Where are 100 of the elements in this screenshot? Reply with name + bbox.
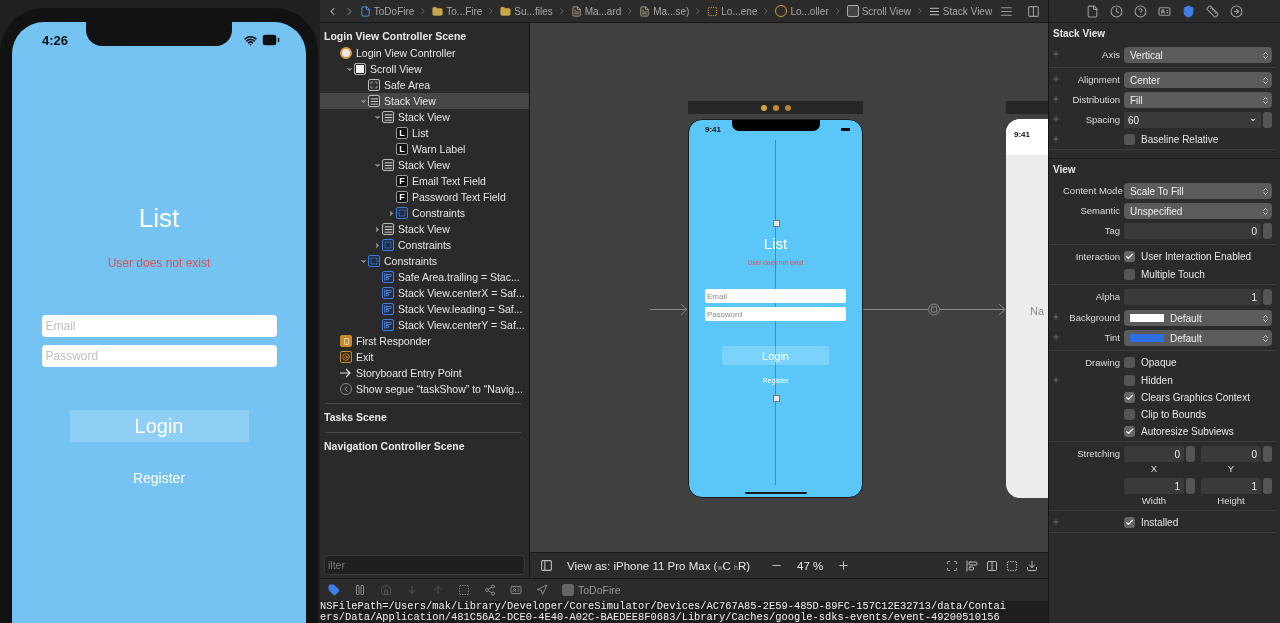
outline-item[interactable]: Stack View: [320, 109, 529, 125]
filter-field[interactable]: ilter: [324, 555, 525, 575]
number-field[interactable]: 0: [1201, 446, 1261, 462]
zoom-level: 47 %: [797, 559, 824, 572]
add-icon[interactable]: [1052, 75, 1060, 83]
popup-button[interactable]: Unspecified: [1124, 203, 1272, 219]
outline-item[interactable]: Stack View.centerY = Saf...: [320, 317, 529, 333]
sidebar-icon[interactable]: [540, 559, 553, 572]
popup-button[interactable]: Center: [1124, 72, 1272, 88]
align-icon[interactable]: [966, 559, 978, 572]
breadcrumb-item[interactable]: To...Fire: [432, 5, 483, 17]
field-caption: X: [1149, 462, 1159, 476]
popup-button[interactable]: Fill: [1124, 92, 1272, 108]
outline-item[interactable]: L List: [320, 125, 529, 141]
checkbox[interactable]: [1124, 357, 1135, 368]
email-field[interactable]: Email: [41, 315, 277, 337]
pause-icon[interactable]: [354, 584, 366, 596]
breadcrumb-item[interactable]: Ma...se): [639, 5, 690, 17]
outline-item[interactable]: Constraints: [320, 253, 529, 269]
add-icon[interactable]: [1052, 518, 1060, 526]
file-inspector-tab[interactable]: [1086, 4, 1099, 18]
location-icon[interactable]: [536, 584, 548, 596]
square-icon: [846, 5, 859, 17]
outline-item[interactable]: Safe Area: [320, 77, 529, 93]
checkbox[interactable]: [1124, 517, 1135, 528]
email-field[interactable]: Email: [705, 289, 846, 303]
number-field[interactable]: 0: [1124, 446, 1184, 462]
checkbox[interactable]: [1124, 134, 1135, 145]
popup-button[interactable]: Vertical: [1124, 47, 1272, 63]
combo-field[interactable]: 60: [1124, 112, 1261, 128]
outline-item[interactable]: Constraints: [320, 237, 529, 253]
resize-handle[interactable]: [773, 395, 780, 402]
breadcrumb-item[interactable]: Stack View: [928, 5, 993, 17]
warning-label: User does not exist: [107, 256, 211, 270]
breakpoint-icon[interactable]: [328, 584, 340, 596]
outline-item[interactable]: Safe Area.trailing = Stac...: [320, 269, 529, 285]
number-field[interactable]: 1: [1124, 478, 1184, 494]
outline-item[interactable]: F Email Text Field: [320, 173, 529, 189]
scene-header[interactable]: Tasks Scene: [320, 408, 529, 426]
resize-handle[interactable]: [773, 220, 780, 227]
identity-inspector-tab[interactable]: [1158, 4, 1171, 18]
breadcrumb-item[interactable]: ToDoFire: [359, 5, 415, 17]
number-field[interactable]: 0: [1124, 223, 1261, 239]
color-popup[interactable]: Default: [1124, 330, 1272, 346]
checkbox[interactable]: [1124, 375, 1135, 386]
outline-item[interactable]: Login View Controller: [320, 45, 529, 61]
outline-item[interactable]: Stack View: [320, 93, 529, 109]
outline-item[interactable]: Constraints: [320, 205, 529, 221]
zoom-in-icon[interactable]: [837, 559, 851, 572]
outline-item[interactable]: Stack View.centerX = Saf...: [320, 285, 529, 301]
history-inspector-tab[interactable]: [1110, 4, 1123, 18]
breadcrumb-item[interactable]: Ma...ard: [570, 5, 622, 17]
outline-item[interactable]: F Password Text Field: [320, 189, 529, 205]
add-icon[interactable]: [1052, 115, 1060, 123]
target-selector[interactable]: ToDoFire: [562, 584, 621, 596]
field-label: Tag: [1103, 224, 1121, 238]
outline-item[interactable]: Show segue “taskShow” to “Navig...: [320, 381, 529, 397]
checkbox[interactable]: [1124, 251, 1135, 262]
field-label: Semantic: [1079, 204, 1121, 218]
memory-graph-icon[interactable]: [484, 584, 496, 596]
outline-item[interactable]: Storyboard Entry Point: [320, 365, 529, 381]
help-inspector-tab[interactable]: [1134, 4, 1147, 18]
checkbox[interactable]: [1124, 269, 1135, 280]
number-field[interactable]: 1: [1201, 478, 1261, 494]
number-field[interactable]: 1: [1124, 289, 1261, 305]
embed-icon[interactable]: [1026, 559, 1038, 572]
field-label: Tint: [1103, 331, 1121, 345]
outline-item[interactable]: Stack View.leading = Saf...: [320, 301, 529, 317]
outline-item[interactable]: First Responder: [320, 333, 529, 349]
dropdown-icon[interactable]: [1249, 116, 1257, 124]
breadcrumb-item[interactable]: Lo...oller: [775, 5, 829, 17]
add-icon[interactable]: [1052, 333, 1060, 341]
add-icon[interactable]: [1052, 135, 1060, 143]
outline-item[interactable]: Stack View: [320, 157, 529, 173]
connections-inspector-tab[interactable]: [1230, 4, 1243, 18]
popup-button[interactable]: Scale To Fill: [1124, 183, 1272, 199]
checkbox[interactable]: [1124, 409, 1135, 420]
scene-header[interactable]: Login View Controller Scene: [320, 27, 529, 45]
add-icon[interactable]: [1052, 95, 1060, 103]
lines-icon[interactable]: [1000, 4, 1014, 18]
outline-item[interactable]: Scroll View: [320, 61, 529, 77]
checkbox[interactable]: [1124, 426, 1135, 437]
add-icon[interactable]: [1052, 50, 1060, 58]
outline-item[interactable]: Exit: [320, 349, 529, 365]
attributes-inspector-tab[interactable]: [1182, 4, 1195, 18]
size-inspector-tab[interactable]: [1206, 4, 1219, 18]
color-popup[interactable]: Default: [1124, 310, 1272, 326]
breadcrumb-item[interactable]: Scroll View: [846, 5, 911, 17]
password-field[interactable]: Password: [705, 307, 846, 321]
outline-item[interactable]: L Warn Label: [320, 141, 529, 157]
password-field[interactable]: Password: [41, 345, 277, 367]
checkbox[interactable]: [1124, 392, 1135, 403]
scene-header[interactable]: Navigation Controller Scene: [320, 437, 529, 455]
breadcrumb-item[interactable]: Lo...ene: [707, 5, 758, 17]
add-icon[interactable]: [1052, 376, 1060, 384]
outline-item[interactable]: Stack View: [320, 221, 529, 237]
split-editor-icon[interactable]: [1027, 4, 1040, 18]
checkbox-label: Hidden: [1141, 374, 1173, 388]
add-icon[interactable]: [1052, 313, 1060, 321]
breadcrumb-item[interactable]: Su...files: [500, 5, 553, 17]
